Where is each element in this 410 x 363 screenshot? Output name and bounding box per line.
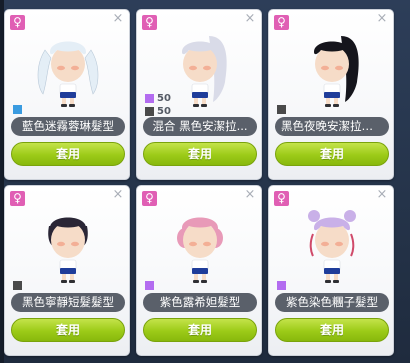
hair-preview-avatar xyxy=(33,28,103,108)
hair-preview-avatar xyxy=(165,28,235,108)
color-stat-row: 50 xyxy=(145,92,171,105)
hair-selection-panel: ♀ × 藍色迷霧蓉琳髮型 套用 ♀ × 50 50 混合 黑色安潔拉... 套用 ♀ × xyxy=(0,0,410,363)
color-percent: 50 xyxy=(157,93,171,104)
apply-button[interactable]: 套用 xyxy=(275,318,389,342)
female-icon: ♀ xyxy=(142,191,157,206)
close-icon[interactable]: × xyxy=(112,188,124,201)
apply-button[interactable]: 套用 xyxy=(11,142,125,166)
color-swatch xyxy=(13,105,22,114)
hair-preview-avatar xyxy=(297,28,367,108)
hair-card[interactable]: ♀ × 紫色染色糰子髮型套用 xyxy=(268,185,394,356)
color-mix-stats: 50 50 xyxy=(145,92,171,118)
apply-button[interactable]: 套用 xyxy=(11,318,125,342)
color-mix-stats xyxy=(145,279,154,292)
color-swatch xyxy=(145,281,154,290)
color-stat-row xyxy=(277,103,286,116)
apply-button[interactable]: 套用 xyxy=(143,318,257,342)
female-icon: ♀ xyxy=(10,191,25,206)
hair-card[interactable]: ♀ × 50 50 混合 黑色安潔拉... 套用 xyxy=(136,9,262,180)
color-stat-row xyxy=(13,279,22,292)
close-icon[interactable]: × xyxy=(244,188,256,201)
color-stat-row xyxy=(145,279,154,292)
female-icon: ♀ xyxy=(274,191,289,206)
close-icon[interactable]: × xyxy=(376,12,388,25)
color-mix-stats xyxy=(13,103,22,116)
female-icon: ♀ xyxy=(10,15,25,30)
hair-preview-avatar xyxy=(297,204,367,284)
close-icon[interactable]: × xyxy=(376,188,388,201)
hair-name-label: 混合 黑色安潔拉... xyxy=(143,117,257,136)
hair-name-label: 紫色露希妲髮型 xyxy=(143,293,257,312)
close-icon[interactable]: × xyxy=(112,12,124,25)
apply-button[interactable]: 套用 xyxy=(143,142,257,166)
hair-name-label: 黑色寧靜短髮髮型 xyxy=(11,293,125,312)
close-icon[interactable]: × xyxy=(244,12,256,25)
apply-button[interactable]: 套用 xyxy=(275,142,389,166)
color-swatch xyxy=(13,281,22,290)
hair-name-label: 藍色迷霧蓉琳髮型 xyxy=(11,117,125,136)
color-swatch xyxy=(145,94,154,103)
hair-card[interactable]: ♀ × 黑色寧靜短髮髮型套用 xyxy=(4,185,130,356)
hair-preview-avatar xyxy=(33,204,103,284)
color-mix-stats xyxy=(277,103,286,116)
color-swatch xyxy=(277,105,286,114)
color-stat-row xyxy=(13,103,22,116)
hair-name-label: 黑色夜晚安潔拉髮型 xyxy=(275,117,389,136)
color-swatch xyxy=(145,107,154,116)
hair-card[interactable]: ♀ × 紫色露希妲髮型套用 xyxy=(136,185,262,356)
hair-name-label: 紫色染色糰子髮型 xyxy=(275,293,389,312)
color-mix-stats xyxy=(277,279,286,292)
female-icon: ♀ xyxy=(142,15,157,30)
color-mix-stats xyxy=(13,279,22,292)
color-swatch xyxy=(277,281,286,290)
hair-preview-avatar xyxy=(165,204,235,284)
hair-card[interactable]: ♀ × 黑色夜晚安潔拉髮型套用 xyxy=(268,9,394,180)
hair-card[interactable]: ♀ × 藍色迷霧蓉琳髮型套用 xyxy=(4,9,130,180)
female-icon: ♀ xyxy=(274,15,289,30)
color-stat-row xyxy=(277,279,286,292)
